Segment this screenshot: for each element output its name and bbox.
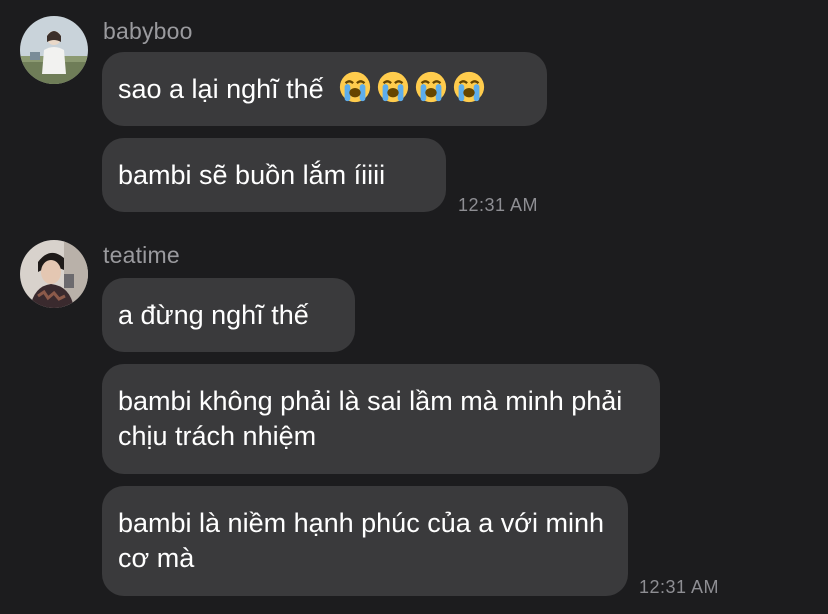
message-bubble[interactable]: bambi sẽ buồn lắm íiiii bbox=[102, 138, 446, 212]
emoji-group bbox=[334, 71, 486, 106]
sender-name: babyboo bbox=[103, 18, 193, 44]
loudly-crying-face-icon bbox=[453, 71, 484, 103]
message-text: a đừng nghĩ thế bbox=[118, 299, 309, 330]
timestamp: 12:31 AM bbox=[639, 577, 720, 597]
loudly-crying-face-icon bbox=[377, 71, 408, 103]
message-text: sao a lại nghĩ thế bbox=[118, 73, 324, 104]
message-bubble[interactable]: bambi không phải là sai lầm mà minh phải… bbox=[102, 364, 660, 474]
avatar[interactable] bbox=[20, 240, 88, 308]
message-bubble[interactable]: bambi là niềm hạnh phúc của a với minh c… bbox=[102, 486, 628, 596]
loudly-crying-face-icon bbox=[339, 71, 370, 103]
avatar-photo-icon bbox=[20, 16, 88, 84]
message-text: bambi không phải là sai lầm mà minh phải… bbox=[118, 386, 623, 451]
sender-name: teatime bbox=[103, 242, 180, 268]
chat-thread: babyboo sao a lại nghĩ thế bambi sẽ buồn… bbox=[0, 0, 828, 614]
message-text: bambi sẽ buồn lắm íiiii bbox=[118, 159, 386, 190]
message-text: bambi là niềm hạnh phúc của a với minh c… bbox=[118, 508, 604, 573]
loudly-crying-face-icon bbox=[415, 71, 446, 103]
avatar[interactable] bbox=[20, 16, 88, 84]
avatar-photo-icon bbox=[20, 240, 88, 308]
timestamp: 12:31 AM bbox=[458, 195, 539, 215]
message-bubble[interactable]: sao a lại nghĩ thế bbox=[102, 52, 547, 126]
message-bubble[interactable]: a đừng nghĩ thế bbox=[102, 278, 355, 352]
